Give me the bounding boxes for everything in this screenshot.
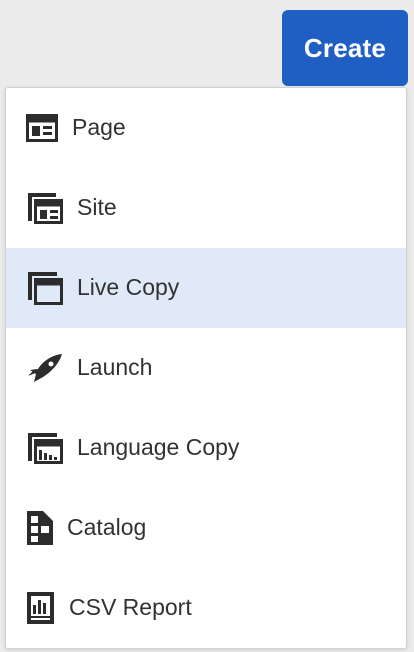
menu-item-csv-report[interactable]: CSV Report — [6, 568, 406, 648]
menu-item-label: CSV Report — [69, 593, 192, 620]
create-dropdown-menu: Page Site Live Copy Launch Language Copy… — [5, 87, 407, 649]
menu-item-label: Catalog — [67, 513, 147, 540]
launch-icon — [26, 352, 64, 384]
site-icon — [26, 191, 64, 225]
menu-item-launch[interactable]: Launch — [6, 328, 406, 408]
menu-item-label: Live Copy — [77, 273, 180, 300]
language-copy-icon — [26, 431, 64, 465]
menu-item-label: Site — [77, 193, 117, 220]
csv-report-icon — [26, 591, 56, 625]
menu-item-catalog[interactable]: Catalog — [6, 488, 406, 568]
page-icon — [26, 114, 58, 142]
catalog-icon — [26, 510, 56, 546]
create-button[interactable]: Create — [282, 10, 408, 86]
live-copy-icon — [26, 270, 64, 306]
menu-item-label: Page — [72, 113, 126, 140]
menu-item-live-copy[interactable]: Live Copy — [6, 248, 406, 328]
menu-item-label: Language Copy — [77, 433, 240, 460]
menu-item-language-copy[interactable]: Language Copy — [6, 408, 406, 488]
menu-item-label: Launch — [77, 353, 153, 380]
menu-item-site[interactable]: Site — [6, 168, 406, 248]
menu-item-page[interactable]: Page — [6, 88, 406, 168]
